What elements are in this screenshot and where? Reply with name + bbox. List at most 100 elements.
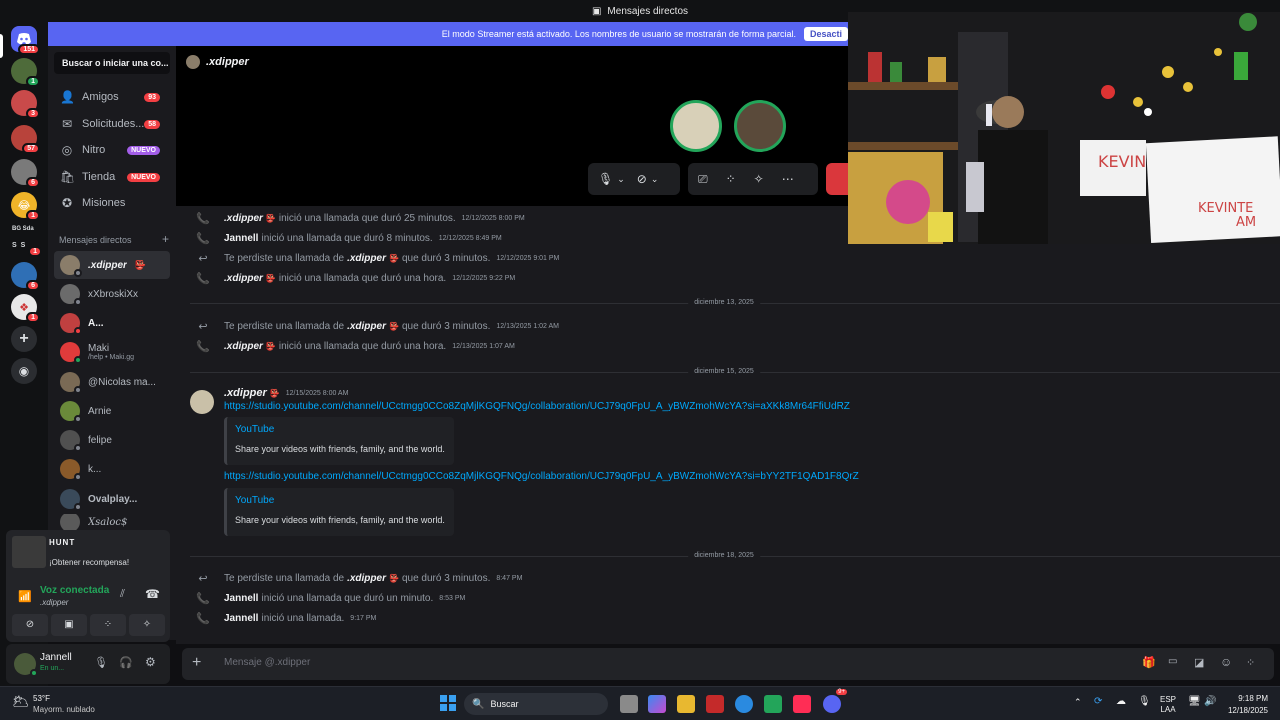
avatar[interactable]: [190, 390, 214, 414]
server-icon[interactable]: 3: [11, 90, 40, 119]
voice-status[interactable]: Voz conectada: [40, 585, 109, 596]
camera-button[interactable]: ⊘: [12, 614, 48, 636]
gif-icon[interactable]: ▭: [1168, 656, 1177, 667]
camera-off-icon[interactable]: ⊘: [637, 172, 647, 186]
nav-friends[interactable]: 👤 Amigos 93: [54, 85, 170, 109]
weather-temp[interactable]: 53°F: [33, 694, 50, 703]
weather-desc[interactable]: Mayorm. nublado: [33, 705, 95, 714]
app-icon[interactable]: [764, 695, 782, 713]
nav-shop[interactable]: 🛍 Tienda NUEVO: [54, 165, 170, 189]
message-author[interactable]: .xdipper: [224, 341, 263, 352]
taskbar-search[interactable]: 🔍 Buscar: [464, 693, 608, 715]
message-author[interactable]: .xdipper: [347, 253, 386, 264]
disconnect-icon[interactable]: ☎: [145, 587, 160, 601]
message-author[interactable]: .xdipper: [347, 321, 386, 332]
nav-nitro[interactable]: ◎ Nitro NUEVO: [54, 138, 170, 162]
tray-icon[interactable]: ⟳: [1094, 696, 1102, 707]
server-icon[interactable]: 6: [11, 262, 40, 291]
message-author[interactable]: .xdipper: [224, 387, 267, 399]
nav-requests[interactable]: ✉ Solicitudes... 58: [54, 112, 170, 136]
volume-icon[interactable]: 🔊: [1204, 696, 1216, 707]
message-text: inició una llamada que duró una hora.: [278, 340, 447, 352]
screen-share-button[interactable]: ▣: [51, 614, 87, 636]
message-author[interactable]: .xdipper: [224, 213, 263, 224]
server-icon[interactable]: 6: [11, 159, 40, 188]
clock[interactable]: 9:18 PM 12/18/2025: [1226, 693, 1268, 717]
server-icon[interactable]: ❖ 1: [11, 294, 40, 323]
chevron-down-icon[interactable]: ⌄: [617, 174, 625, 185]
dm-name: felipe: [88, 434, 112, 446]
message-author[interactable]: .xdipper: [347, 573, 386, 584]
chevron-up-icon[interactable]: ⌃: [1074, 697, 1082, 708]
reward-link[interactable]: ¡Obtener recompensa!: [49, 558, 129, 567]
message-author[interactable]: Jannell: [224, 233, 258, 244]
file-explorer-icon[interactable]: [677, 695, 695, 713]
activities-icon[interactable]: ⁘: [726, 172, 736, 186]
copilot-icon[interactable]: [648, 695, 666, 713]
dm-item[interactable]: .xdipper 👺: [54, 251, 170, 279]
leave-call-button[interactable]: [826, 163, 848, 195]
avatar[interactable]: [14, 653, 38, 677]
message-link[interactable]: https://studio.youtube.com/channel/UCctm…: [224, 471, 859, 482]
emoji-icon[interactable]: ☺: [1220, 655, 1232, 669]
message-author[interactable]: Jannell: [224, 613, 258, 624]
dm-item[interactable]: felipe: [54, 426, 170, 454]
edge-icon[interactable]: [735, 695, 753, 713]
headphones-icon[interactable]: 🎧: [119, 656, 133, 669]
message-link[interactable]: https://studio.youtube.com/channel/UCctm…: [224, 401, 850, 412]
task-view-icon[interactable]: [620, 695, 638, 713]
server-icon[interactable]: 57: [11, 125, 40, 154]
dm-item[interactable]: @Nicolas ma...: [54, 368, 170, 396]
dm-item[interactable]: Xsaloc$: [54, 514, 170, 530]
more-icon[interactable]: ⋯: [782, 172, 794, 186]
sticker-icon[interactable]: ◪: [1194, 656, 1204, 669]
voice-channel[interactable]: .xdipper: [40, 598, 68, 607]
folder-label[interactable]: BG Sda: [12, 226, 34, 232]
dm-item[interactable]: Maki/help • Maki.gg: [54, 338, 170, 366]
gift-icon[interactable]: 🎁: [1142, 656, 1156, 669]
user-name[interactable]: Jannell: [40, 652, 72, 663]
language-indicator[interactable]: ESP LAA: [1160, 695, 1176, 715]
tiktok-icon[interactable]: [793, 695, 811, 713]
dm-item[interactable]: Arnie: [54, 397, 170, 425]
explore-icon[interactable]: ◉: [11, 358, 37, 384]
call-participant-avatar[interactable]: [670, 100, 722, 152]
add-dm-button[interactable]: +: [162, 232, 169, 247]
disable-streamer-button[interactable]: Desacti: [803, 27, 848, 41]
tray-icon[interactable]: ☁: [1116, 696, 1126, 707]
nav-quests[interactable]: ✪ Misiones: [54, 191, 170, 215]
soundboard-icon[interactable]: ✧: [754, 172, 764, 186]
chevron-down-icon[interactable]: ⌄: [651, 174, 659, 185]
dm-item[interactable]: k...: [54, 455, 170, 483]
add-attachment-icon[interactable]: +: [192, 654, 201, 672]
add-server-icon[interactable]: +: [11, 326, 37, 352]
message-input[interactable]: Mensaje @.xdipper: [224, 657, 310, 668]
mcafee-icon[interactable]: [706, 695, 724, 713]
soundboard-button[interactable]: ✧: [129, 614, 165, 636]
windows-start-icon[interactable]: [440, 695, 456, 711]
mic-icon[interactable]: 🎙: [94, 656, 108, 669]
embed-title[interactable]: YouTube: [235, 424, 274, 435]
message-author[interactable]: .xdipper: [224, 273, 263, 284]
noise-suppression-icon[interactable]: ⫽: [120, 588, 125, 601]
dm-item[interactable]: A...: [54, 309, 170, 337]
discord-taskbar-icon[interactable]: 9+: [823, 689, 847, 713]
server-icon[interactable]: 1: [11, 58, 40, 87]
embed-title[interactable]: YouTube: [235, 495, 274, 506]
dm-item[interactable]: Ovalplay...: [54, 485, 170, 513]
settings-gear-icon[interactable]: ⚙: [145, 655, 156, 669]
call-participant-avatar[interactable]: [734, 100, 786, 152]
network-icon[interactable]: 🖥: [1188, 696, 1201, 707]
screen-share-icon[interactable]: ⎚: [698, 172, 708, 187]
weather-icon[interactable]: 🌥: [12, 693, 30, 710]
mic-icon[interactable]: 🎙: [598, 172, 613, 186]
mic-tray-icon[interactable]: 🎙: [1138, 696, 1151, 707]
apps-icon[interactable]: ⁘: [1246, 656, 1255, 669]
dm-item[interactable]: xXbroskiXx: [54, 280, 170, 308]
folder-label[interactable]: S S1: [12, 242, 42, 257]
activities-button[interactable]: ⁘: [90, 614, 126, 636]
search-input[interactable]: Buscar o iniciar una co...: [54, 52, 170, 74]
discord-home-icon[interactable]: 151: [11, 26, 40, 55]
emoji-server-icon[interactable]: 😂 1: [11, 192, 40, 221]
message-author[interactable]: Jannell: [224, 593, 258, 604]
